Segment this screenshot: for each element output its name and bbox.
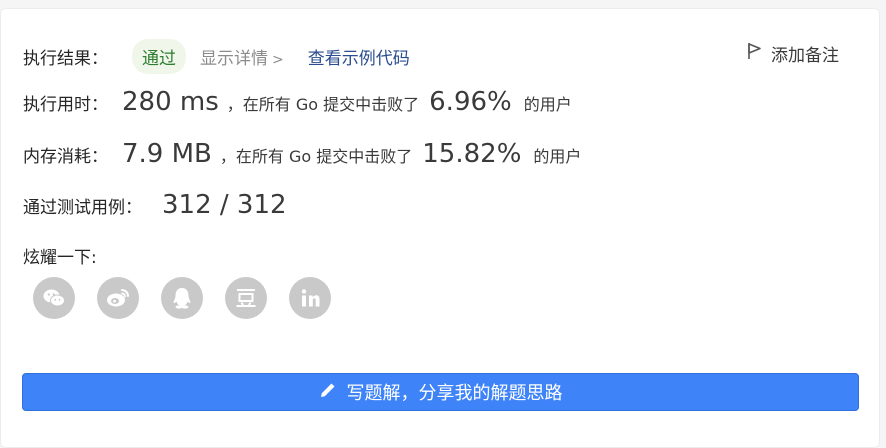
submission-result-card: 执行结果： 通过 显示详情 > 查看示例代码 添加备注 执行用时： 280 ms … [0, 8, 880, 448]
pencil-icon [319, 381, 337, 404]
add-note-button[interactable]: 添加备注 [747, 41, 839, 66]
flag-icon [747, 42, 763, 65]
memory-percent: 15.82% [422, 139, 522, 169]
tests-label: 通过测试用例： [23, 198, 142, 218]
tests-value: 312 / 312 [162, 190, 287, 220]
share-row-label: 炫耀一下: [23, 243, 97, 268]
chevron-right-icon: > [272, 52, 284, 68]
add-note-label: 添加备注 [771, 46, 839, 66]
memory-value: 7.9 MB [122, 139, 212, 169]
runtime-row: 执行用时： 280 ms ，在所有 Go 提交中击败了 6.96% 的用户 [23, 87, 572, 117]
tests-row: 通过测试用例： 312 / 312 [23, 190, 287, 220]
qq-icon[interactable] [161, 277, 203, 319]
linkedin-icon[interactable] [289, 277, 331, 319]
runtime-percent: 6.96% [429, 87, 512, 117]
show-details-link[interactable]: 显示详情 > [200, 44, 284, 69]
memory-suffix: 的用户 [533, 147, 582, 166]
show-details-label: 显示详情 [200, 49, 268, 69]
share-label: 炫耀一下: [23, 248, 97, 268]
write-solution-label: 写题解，分享我的解题思路 [346, 383, 563, 404]
view-example-code-link[interactable]: 查看示例代码 [308, 44, 410, 69]
write-solution-button[interactable]: 写题解，分享我的解题思路 [22, 373, 859, 411]
runtime-suffix: 的用户 [523, 95, 572, 114]
runtime-value: 280 ms [122, 87, 219, 117]
memory-row: 内存消耗： 7.9 MB ，在所有 Go 提交中击败了 15.82% 的用户 [23, 139, 581, 169]
douban-icon[interactable] [225, 277, 267, 319]
memory-label: 内存消耗： [23, 147, 108, 167]
result-label: 执行结果： [23, 49, 108, 69]
result-row: 执行结果： 通过 显示详情 > 查看示例代码 [23, 39, 410, 74]
wechat-icon[interactable] [33, 277, 75, 319]
pass-status-badge: 通过 [132, 39, 186, 74]
share-icons [33, 277, 331, 319]
memory-phrase: ，在所有 Go 提交中击败了 [219, 147, 413, 166]
runtime-phrase: ，在所有 Go 提交中击败了 [226, 95, 420, 114]
runtime-label: 执行用时： [23, 95, 108, 115]
weibo-icon[interactable] [97, 277, 139, 319]
